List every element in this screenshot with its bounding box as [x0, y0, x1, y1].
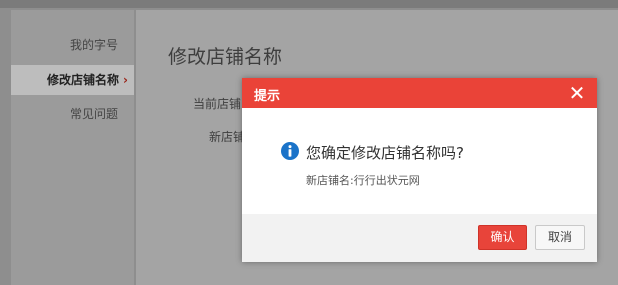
sidebar-item-faq[interactable]: 常见问题 [11, 99, 134, 129]
sidebar-item-change-shop-name[interactable]: 修改店铺名称 › [11, 65, 134, 95]
confirm-dialog: 提示 ✕ 您确定修改店铺名称吗? 新店铺名:行行出状元网 确认 取消 [242, 78, 597, 262]
sidebar-item-label: 我的字号 [69, 38, 118, 52]
chevron-right-icon: › [123, 73, 128, 87]
page-title: 修改店铺名称 [168, 46, 283, 68]
dialog-title: 提示 [254, 89, 281, 104]
dialog-footer: 确认 取消 [242, 214, 597, 262]
new-shop-name-detail: 新店铺名:行行出状元网 [306, 174, 420, 187]
new-name-label: 新店铺 [209, 130, 246, 144]
info-icon [281, 142, 299, 160]
close-icon: ✕ [568, 81, 586, 105]
dialog-body: 您确定修改店铺名称吗? 新店铺名:行行出状元网 [242, 108, 597, 214]
sidebar-item-label: 修改店铺名称 [47, 73, 120, 87]
confirm-button[interactable]: 确认 [478, 225, 527, 250]
dialog-header: 提示 ✕ [242, 78, 597, 108]
sidebar: 我的字号 修改店铺名称 › 常见问题 [11, 10, 134, 285]
sidebar-item-my-name[interactable]: 我的字号 [11, 30, 134, 60]
confirm-question: 您确定修改店铺名称吗? [306, 144, 464, 162]
sidebar-item-label: 常见问题 [69, 107, 118, 121]
cancel-button[interactable]: 取消 [535, 225, 585, 250]
current-name-label: 当前店铺 [193, 97, 242, 111]
close-button[interactable]: ✕ [567, 81, 587, 105]
top-bar [0, 0, 618, 8]
